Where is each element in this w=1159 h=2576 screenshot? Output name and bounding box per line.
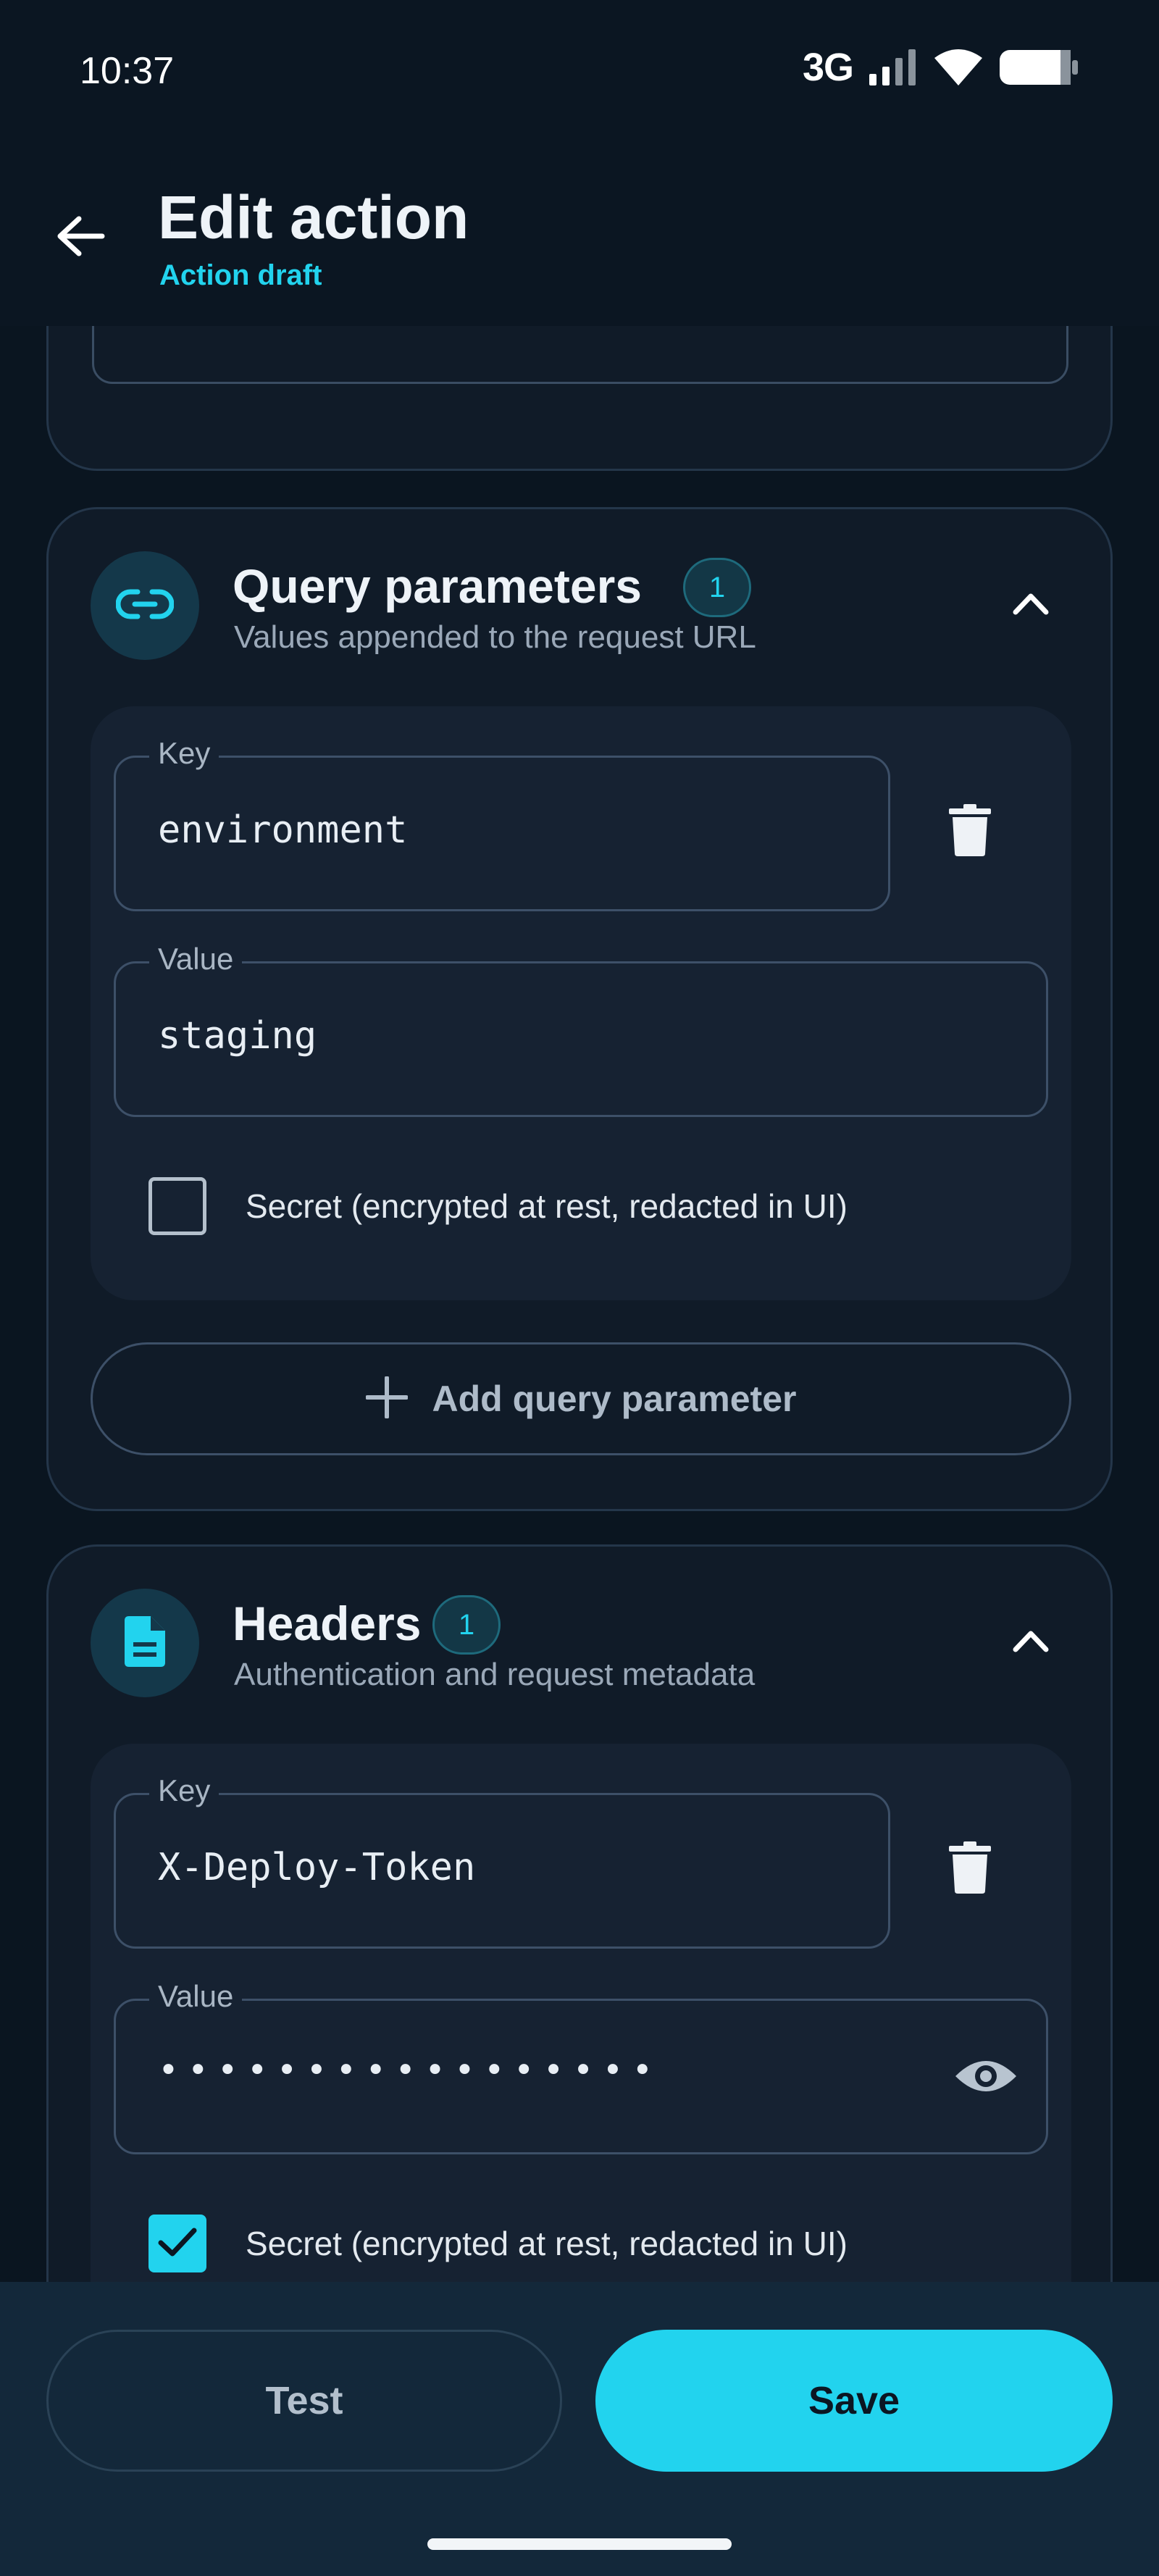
arrow-left-icon (54, 214, 105, 262)
battery-icon (1000, 49, 1079, 86)
header-key-label: Key (149, 1773, 219, 1808)
query-parameter-entry: Key environment Value staging Secret (en… (91, 706, 1071, 1300)
signal-icon (869, 49, 917, 85)
test-button[interactable]: Test (46, 2330, 562, 2472)
header-secret-checkbox[interactable] (148, 2215, 206, 2272)
link-icon (115, 586, 175, 626)
scroll-content[interactable]: Query parameters 1 Values appended to th… (0, 326, 1159, 2282)
trash-icon (949, 803, 991, 860)
query-parameters-title: Query parameters (233, 559, 642, 613)
query-secret-row[interactable]: Secret (encrypted at rest, redacted in U… (148, 1174, 848, 1239)
document-icon (125, 1615, 165, 1670)
headers-card: Headers 1 Authentication and request met… (46, 1544, 1113, 2282)
header-secret-label: Secret (encrypted at rest, redacted in U… (246, 2225, 848, 2262)
previous-section-card (46, 326, 1113, 471)
home-indicator[interactable] (427, 2538, 732, 2550)
save-button[interactable]: Save (595, 2330, 1113, 2472)
page-subtitle: Action draft (159, 259, 322, 291)
previous-field[interactable] (92, 326, 1068, 384)
bottom-action-bar: Test Save (0, 2282, 1159, 2576)
headers-count-badge: 1 (432, 1595, 501, 1655)
reveal-value-button[interactable] (946, 2041, 1026, 2114)
query-value-label: Value (149, 942, 243, 977)
check-icon (158, 2227, 197, 2261)
headers-section-icon (91, 1589, 199, 1697)
header-secret-row[interactable]: Secret (encrypted at rest, redacted in U… (148, 2211, 848, 2276)
header-value-field[interactable]: Value ••••••••••••••••• (114, 1979, 1048, 2154)
query-secret-label: Secret (encrypted at rest, redacted in U… (246, 1187, 848, 1225)
header-value-label: Value (149, 1979, 243, 2014)
wifi-icon (933, 48, 984, 87)
header-key-value: X-Deploy-Token (158, 1846, 476, 1889)
header-key-field[interactable]: Key X-Deploy-Token (114, 1773, 890, 1949)
headers-collapse-button[interactable] (995, 1606, 1067, 1678)
app-bar: Edit action Action draft (0, 145, 1159, 326)
headers-subtitle: Authentication and request metadata (234, 1657, 756, 1692)
add-query-parameter-label: Add query parameter (432, 1379, 797, 1419)
headers-header[interactable]: Headers 1 Authentication and request met… (49, 1547, 1110, 1742)
query-secret-checkbox[interactable] (148, 1177, 206, 1235)
query-key-field[interactable]: Key environment (114, 736, 890, 911)
headers-title: Headers (233, 1597, 422, 1650)
query-parameters-header[interactable]: Query parameters 1 Values appended to th… (49, 509, 1110, 705)
back-button[interactable] (43, 201, 116, 274)
trash-icon (949, 1841, 991, 1897)
query-delete-button[interactable] (934, 792, 1006, 871)
query-parameters-card: Query parameters 1 Values appended to th… (46, 507, 1113, 1511)
header-value-text: ••••••••••••••••• (158, 2050, 662, 2091)
plus-icon (364, 1375, 409, 1422)
status-bar: 10:37 3G (0, 0, 1159, 145)
header-entry: Key X-Deploy-Token Value •••••••••••••••… (91, 1744, 1071, 2282)
query-collapse-button[interactable] (995, 569, 1067, 641)
query-key-label: Key (149, 736, 219, 771)
query-count-badge: 1 (683, 558, 751, 617)
network-type: 3G (802, 46, 854, 89)
status-time: 10:37 (80, 50, 175, 92)
header-delete-button[interactable] (934, 1829, 1006, 1909)
query-value-field[interactable]: Value staging (114, 942, 1048, 1117)
chevron-up-icon (1013, 1629, 1049, 1656)
query-value-text: staging (158, 1014, 317, 1058)
query-section-icon (91, 551, 199, 660)
page-title: Edit action (158, 183, 469, 251)
query-parameters-subtitle: Values appended to the request URL (234, 619, 756, 655)
status-icons: 3G (803, 45, 1079, 90)
eye-icon (954, 2056, 1018, 2100)
add-query-parameter-button[interactable]: Add query parameter (91, 1342, 1071, 1455)
chevron-up-icon (1013, 592, 1049, 619)
query-key-value: environment (158, 808, 408, 852)
